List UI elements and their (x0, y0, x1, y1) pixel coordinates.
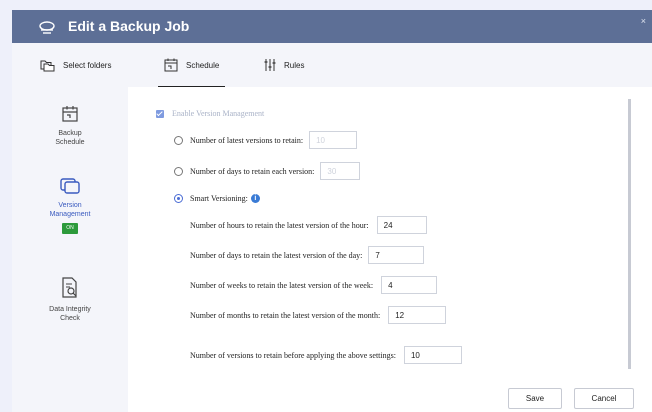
enable-version-management-row: Enable Version Management (156, 109, 264, 118)
tab-schedule[interactable]: Schedule (157, 43, 226, 88)
cancel-button[interactable]: Cancel (574, 388, 634, 409)
smart-weeks-label: Number of weeks to retain the latest ver… (190, 280, 374, 290)
sidebar-label-line1: Version (58, 202, 82, 209)
status-badge: ON (62, 223, 78, 234)
tab-rules[interactable]: Rules (264, 43, 304, 87)
versions-icon (60, 178, 80, 194)
info-icon[interactable]: i (250, 194, 260, 203)
days-retain-radio[interactable] (174, 166, 183, 176)
title-bar: Edit a Backup Job × (12, 10, 652, 43)
sidebar-item-backup-schedule[interactable]: Backup Schedule (12, 105, 128, 147)
enable-version-management-label: Enable Version Management (172, 109, 265, 118)
smart-hours-row: Number of hours to retain the latest ver… (190, 216, 427, 234)
sidebar-item-version-management[interactable]: Version Management ON (12, 177, 128, 234)
sidebar-label-line2: Management (49, 211, 91, 218)
days-retain-row: Number of days to retain each version: 3… (174, 162, 361, 180)
smart-hours-label: Number of hours to retain the latest ver… (190, 220, 369, 230)
latest-versions-row: Number of latest versions to retain: 10 (174, 131, 358, 149)
smart-versioning-label: Smart Versioning: (190, 194, 248, 203)
dialog-title: Edit a Backup Job (68, 18, 190, 34)
smart-months-row: Number of months to retain the latest ve… (190, 306, 447, 324)
left-background (0, 87, 12, 412)
document-check-icon (62, 277, 77, 298)
tab-select-folders[interactable]: Select folders (40, 43, 111, 87)
backup-job-icon (39, 21, 55, 34)
tab-label: Schedule (186, 60, 220, 70)
smart-days-input[interactable]: 7 (368, 246, 425, 264)
smart-versioning-radio[interactable] (174, 194, 183, 203)
smart-versioning-row: Smart Versioning: i (174, 194, 260, 203)
smart-days-row: Number of days to retain the latest vers… (190, 246, 425, 264)
tab-label: Select folders (63, 60, 112, 70)
close-icon[interactable]: × (641, 16, 646, 26)
before-applying-label: Number of versions to retain before appl… (190, 350, 396, 360)
latest-versions-radio[interactable] (174, 135, 183, 145)
calendar-icon (62, 106, 78, 122)
sidebar-label-line1: Backup (58, 130, 82, 137)
enable-version-management-checkbox[interactable] (156, 109, 164, 118)
before-applying-input[interactable]: 10 (403, 346, 462, 364)
tab-label: Rules (284, 60, 305, 70)
folders-icon (40, 60, 55, 72)
sidebar-label-line2: Check (60, 315, 80, 322)
smart-hours-input[interactable]: 24 (376, 216, 427, 234)
smart-months-label: Number of months to retain the latest ve… (190, 310, 381, 320)
days-retain-input[interactable]: 30 (320, 162, 361, 180)
sidebar-label-line1: Data Integrity (49, 306, 91, 313)
settings-panel: Enable Version Management Number of late… (128, 87, 652, 412)
sidebar-item-data-integrity-check[interactable]: Data Integrity Check (12, 277, 128, 323)
sidebar-label-line2: Schedule (55, 139, 85, 146)
smart-months-input[interactable]: 12 (388, 306, 447, 324)
latest-versions-input[interactable]: 10 (309, 131, 358, 149)
sidebar: Backup Schedule Version Management ON Da… (12, 87, 128, 412)
days-retain-label: Number of days to retain each version: (190, 166, 315, 176)
tab-bar: Select folders Schedule Rules (12, 43, 652, 88)
latest-versions-label: Number of latest versions to retain: (190, 135, 304, 145)
smart-days-label: Number of days to retain the latest vers… (190, 250, 363, 260)
calendar-icon (164, 58, 178, 72)
sliders-icon (264, 59, 276, 71)
before-applying-row: Number of versions to retain before appl… (190, 346, 462, 364)
smart-weeks-row: Number of weeks to retain the latest ver… (190, 276, 438, 294)
smart-weeks-input[interactable]: 4 (381, 276, 438, 294)
version-management-content: Enable Version Management Number of late… (144, 99, 631, 369)
save-button[interactable]: Save (508, 388, 562, 409)
